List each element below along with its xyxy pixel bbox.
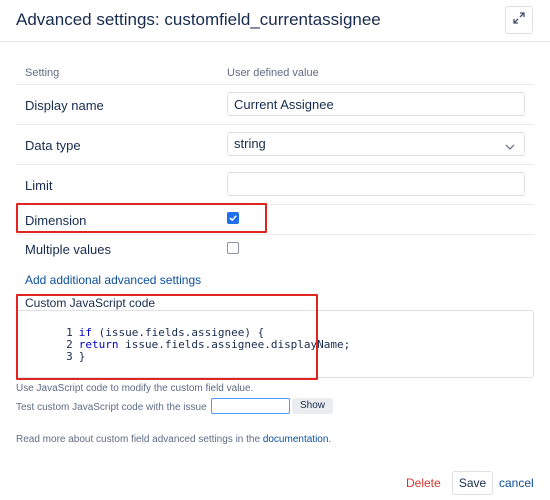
code-text: issue.fields.assignee.displayName; (118, 338, 351, 351)
column-header-value: User defined value (227, 67, 319, 79)
chevron-down-icon (504, 138, 516, 150)
code-text: } (78, 350, 86, 363)
save-button[interactable]: Save (452, 471, 493, 495)
data-type-select[interactable]: string (227, 132, 525, 156)
limit-label: Limit (25, 178, 53, 193)
multiple-values-label: Multiple values (25, 242, 111, 257)
code-line: 3} (17, 339, 85, 363)
line-number: 3 (66, 350, 73, 363)
show-button[interactable]: Show (292, 398, 333, 414)
display-name-input[interactable] (227, 92, 525, 116)
dimension-checkbox[interactable] (227, 212, 239, 224)
modify-help-text: Use JavaScript code to modify the custom… (16, 383, 254, 394)
cancel-link[interactable]: cancel (499, 476, 534, 490)
dialog-header: Advanced settings: customfield_currentas… (0, 0, 550, 42)
add-advanced-settings-link[interactable]: Add additional advanced settings (25, 273, 201, 287)
row-multiple-values: Multiple values (16, 234, 534, 264)
dialog-title: Advanced settings: customfield_currentas… (16, 10, 381, 29)
readmore-prefix: Read more about custom field advanced se… (16, 434, 263, 445)
multiple-values-checkbox[interactable] (227, 242, 239, 254)
delete-button[interactable]: Delete (406, 476, 441, 490)
readmore-text: Read more about custom field advanced se… (16, 434, 331, 445)
column-header-setting: Setting (25, 67, 60, 79)
dimension-label: Dimension (25, 213, 87, 228)
test-issue-input[interactable] (211, 398, 290, 414)
documentation-link[interactable]: documentation (263, 434, 329, 445)
code-editor-label: Custom JavaScript code (25, 296, 156, 310)
code-line: 1 if (issue.fields.assignee) { (17, 315, 264, 339)
data-type-value: string (234, 136, 266, 151)
display-name-label: Display name (25, 98, 104, 113)
limit-input[interactable] (227, 172, 525, 196)
expand-button[interactable] (505, 6, 533, 34)
row-dimension: Dimension (16, 204, 534, 234)
data-type-label: Data type (25, 138, 81, 153)
test-issue-label: Test custom JavaScript code with the iss… (16, 402, 207, 413)
expand-arrows-icon (513, 11, 525, 29)
advanced-settings-dialog: Advanced settings: customfield_currentas… (0, 0, 550, 500)
javascript-code-editor[interactable]: 1 if (issue.fields.assignee) { 2 return is… (16, 310, 534, 378)
readmore-suffix: . (328, 434, 332, 445)
code-line: 2 return issue.fields.assignee.displayNam… (17, 327, 350, 351)
